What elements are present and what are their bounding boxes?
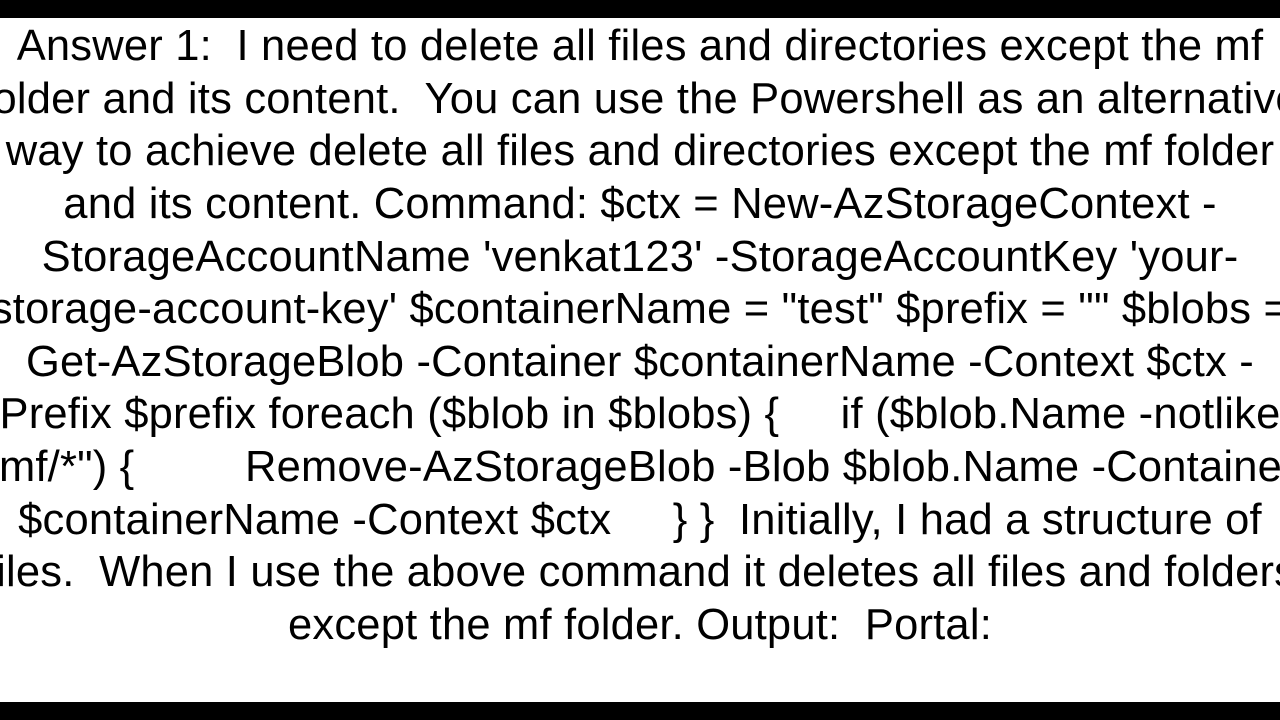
answer-text: Answer 1: I need to delete all files and… bbox=[0, 18, 1280, 652]
content-area: Answer 1: I need to delete all files and… bbox=[0, 18, 1280, 702]
